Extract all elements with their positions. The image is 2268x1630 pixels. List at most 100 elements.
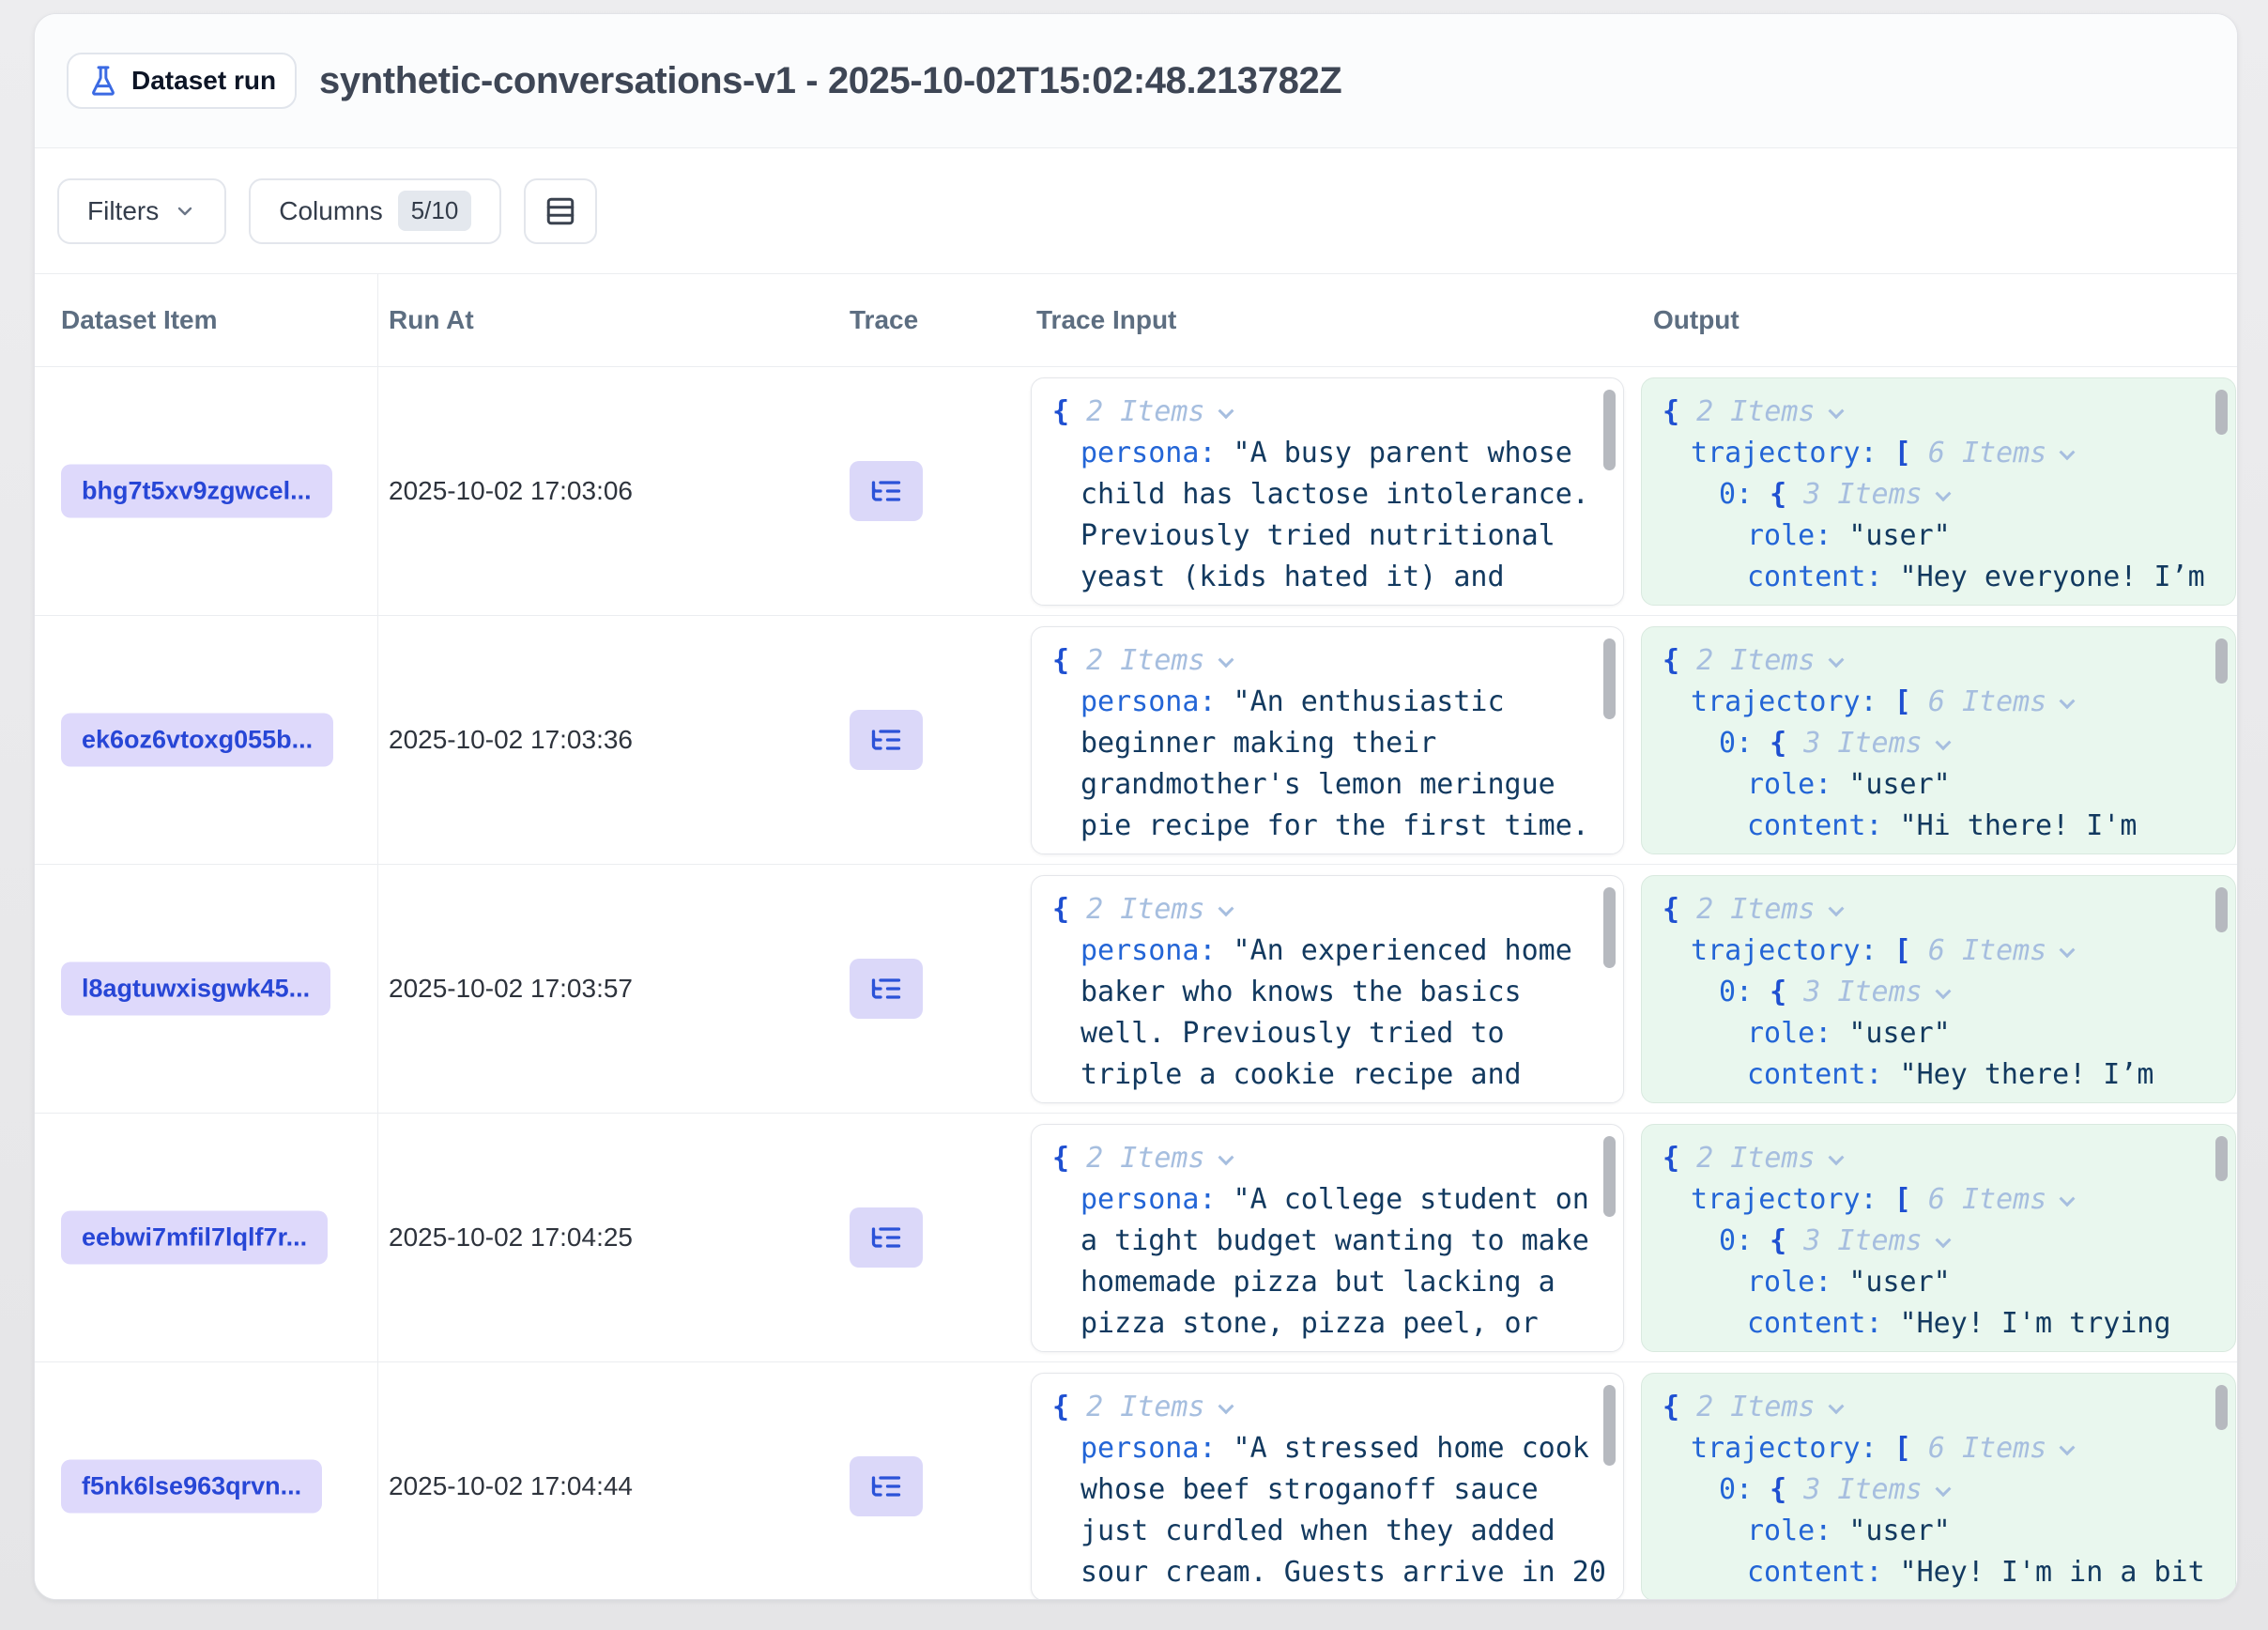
collapse-chevron-icon[interactable] [1935, 1481, 1951, 1497]
json-count: 2 Items [1069, 644, 1205, 677]
scrollbar-thumb[interactable] [1603, 1136, 1616, 1217]
list-tree-icon [869, 1469, 903, 1503]
table-row: ek6oz6vtoxg055b... 2025-10-02 17:03:36 {… [35, 616, 2237, 865]
toolbar: Filters Columns 5/10 [35, 148, 2237, 273]
output-cell[interactable]: { 2 Itemstrajectory: [ 6 Items0: { 3 Ite… [1641, 1124, 2236, 1352]
json-count: 6 Items [1911, 1432, 2047, 1465]
output-cell[interactable]: { 2 Itemstrajectory: [ 6 Items0: { 3 Ite… [1641, 626, 2236, 854]
json-str: to make homemade pizza, but [1747, 1348, 2205, 1352]
json-count: 6 Items [1911, 685, 2047, 718]
dataset-item-pill[interactable]: eebwi7mfil7lqlf7r... [61, 1211, 328, 1265]
columns-count-badge: 5/10 [398, 191, 472, 231]
trace-input-cell[interactable]: { 2 Itemspersona: "An experienced homeba… [1031, 875, 1624, 1103]
json-str: homemade pizza but lacking a [1080, 1266, 1555, 1299]
scrollbar-thumb[interactable] [1603, 638, 1616, 719]
json-str: ended up with cookies that were [1080, 1099, 1606, 1103]
scrollbar-thumb[interactable] [1603, 1385, 1616, 1466]
column-header-dataset-item: Dataset Item [61, 305, 218, 335]
json-str: Previously tried nutritional [1080, 519, 1555, 552]
trace-input-json: { 2 Itemspersona: "An experienced homeba… [1032, 876, 1623, 1103]
scrollbar-thumb[interactable] [2215, 1385, 2228, 1430]
collapse-chevron-icon[interactable] [1218, 652, 1234, 668]
collapse-chevron-icon[interactable] [1935, 485, 1951, 501]
page-header: Dataset run synthetic-conversations-v1 -… [35, 14, 2237, 148]
json-brace: { [1753, 478, 1786, 511]
trace-button[interactable] [850, 710, 923, 770]
collapse-chevron-icon[interactable] [1218, 403, 1234, 419]
dataset-item-pill[interactable]: bhg7t5xv9zgwcel... [61, 465, 332, 518]
json-key: persona: [1080, 685, 1217, 718]
json-brace: { [1663, 893, 1679, 926]
trace-input-cell[interactable]: { 2 Itemspersona: "A stressed home cookw… [1031, 1373, 1624, 1600]
dataset-item-pill[interactable]: l8agtuwxisgwk45... [61, 962, 330, 1016]
json-key: content: [1747, 1058, 1883, 1091]
output-cell[interactable]: { 2 Itemstrajectory: [ 6 Items0: { 3 Ite… [1641, 377, 2236, 606]
json-brace: [ [1877, 1183, 1911, 1216]
scrollbar-thumb[interactable] [2215, 1136, 2228, 1181]
collapse-chevron-icon[interactable] [1828, 1149, 1844, 1165]
dataset-item-pill[interactable]: ek6oz6vtoxg055b... [61, 714, 333, 767]
json-key: 0: [1719, 976, 1753, 1008]
json-count: 3 Items [1786, 727, 1923, 760]
table-header-row: Dataset Item Run At Trace Trace Input Ou… [35, 273, 2237, 367]
trace-button[interactable] [850, 1207, 923, 1268]
json-str: baker who knows the basics [1080, 976, 1522, 1008]
scrollbar-thumb[interactable] [1603, 390, 1616, 470]
collapse-chevron-icon[interactable] [2060, 1439, 2076, 1455]
json-brace: { [1663, 395, 1679, 428]
json-key: role: [1747, 768, 1831, 801]
output-cell[interactable]: { 2 Itemstrajectory: [ 6 Items0: { 3 Ite… [1641, 1373, 2236, 1600]
json-str: "Hey everyone! I’m [1883, 561, 2205, 593]
collapse-chevron-icon[interactable] [2060, 942, 2076, 958]
json-str: Genuinely excited to learn [1080, 851, 1522, 854]
scrollbar-thumb[interactable] [2215, 638, 2228, 684]
json-count: 3 Items [1786, 1224, 1923, 1257]
trace-input-cell[interactable]: { 2 Itemspersona: "A busy parent whosech… [1031, 377, 1624, 606]
json-key: trajectory: [1691, 1432, 1877, 1465]
collapse-chevron-icon[interactable] [2060, 1191, 2076, 1207]
trace-button[interactable] [850, 461, 923, 521]
flask-icon [87, 65, 119, 97]
json-count: 2 Items [1679, 1391, 1816, 1423]
scrollbar-thumb[interactable] [2215, 887, 2228, 932]
json-key: persona: [1080, 437, 1217, 469]
scrollbar-thumb[interactable] [2215, 390, 2228, 435]
row-height-button[interactable] [524, 178, 597, 244]
collapse-chevron-icon[interactable] [1935, 983, 1951, 999]
columns-button[interactable]: Columns 5/10 [249, 178, 501, 244]
collapse-chevron-icon[interactable] [1935, 734, 1951, 750]
json-count: 2 Items [1679, 1142, 1816, 1175]
json-str: pie recipe for the first time. [1080, 809, 1589, 842]
collapse-chevron-icon[interactable] [1828, 652, 1844, 668]
collapse-chevron-icon[interactable] [1218, 1398, 1234, 1414]
trace-input-cell[interactable]: { 2 Itemspersona: "An enthusiasticbeginn… [1031, 626, 1624, 854]
json-brace: { [1753, 976, 1786, 1008]
scrollbar-thumb[interactable] [1603, 887, 1616, 968]
filters-button[interactable]: Filters [57, 178, 226, 244]
collapse-chevron-icon[interactable] [2060, 444, 2076, 460]
json-brace: { [1052, 1142, 1069, 1175]
collapse-chevron-icon[interactable] [1218, 1149, 1234, 1165]
output-json: { 2 Itemstrajectory: [ 6 Items0: { 3 Ite… [1642, 1125, 2235, 1352]
run-at: 2025-10-02 17:04:44 [389, 1471, 633, 1501]
trace-input-cell[interactable]: { 2 Itemspersona: "A college student ona… [1031, 1124, 1624, 1352]
collapse-chevron-icon[interactable] [1828, 1398, 1844, 1414]
json-str: planning to scale a [1747, 1099, 2069, 1103]
json-str: stand mixer. Resourceful [1080, 1348, 1487, 1352]
trace-button[interactable] [850, 1456, 923, 1516]
json-key: trajectory: [1691, 1183, 1877, 1216]
collapse-chevron-icon[interactable] [2060, 693, 2076, 709]
json-key: content: [1747, 1556, 1883, 1589]
table-row: bhg7t5xv9zgwcel... 2025-10-02 17:03:06 {… [35, 367, 2237, 616]
collapse-chevron-icon[interactable] [1218, 900, 1234, 916]
collapse-chevron-icon[interactable] [1828, 403, 1844, 419]
json-brace: { [1663, 644, 1679, 677]
output-cell[interactable]: { 2 Itemstrajectory: [ 6 Items0: { 3 Ite… [1641, 875, 2236, 1103]
json-key: trajectory: [1691, 685, 1877, 718]
json-key: role: [1747, 1017, 1831, 1050]
dataset-item-pill[interactable]: f5nk6lse963qrvn... [61, 1460, 322, 1514]
collapse-chevron-icon[interactable] [1935, 1232, 1951, 1248]
run-at: 2025-10-02 17:04:25 [389, 1222, 633, 1253]
trace-button[interactable] [850, 959, 923, 1019]
collapse-chevron-icon[interactable] [1828, 900, 1844, 916]
